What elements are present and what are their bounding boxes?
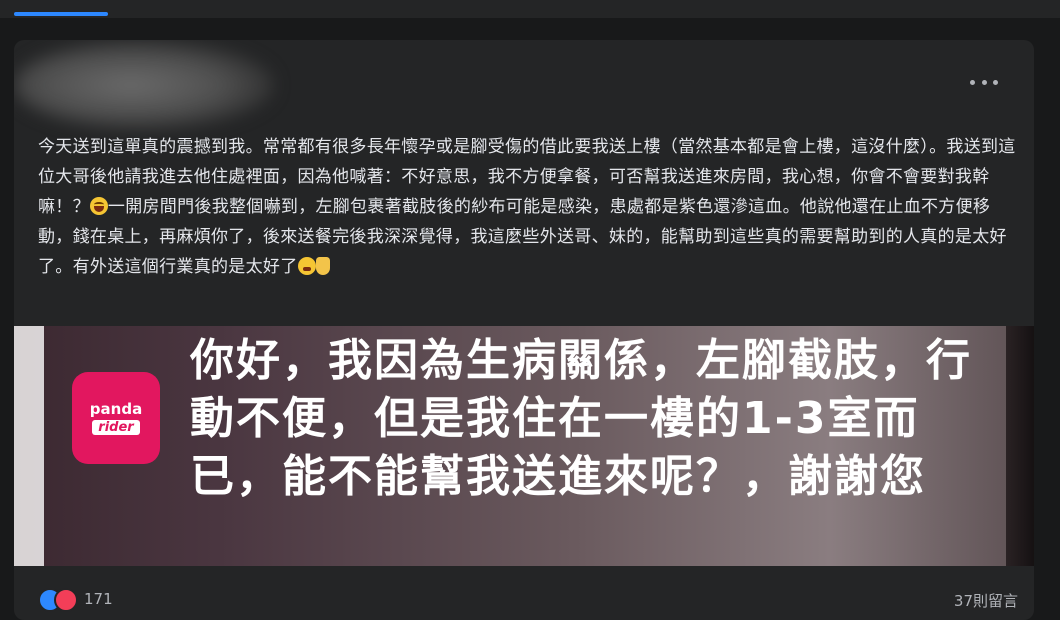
more-options-button[interactable]: [970, 74, 998, 90]
laughing-crying-emoji-icon: [89, 197, 108, 215]
blurred-author-avatar: [14, 40, 274, 130]
post-footer: 171 37則留言: [38, 588, 1018, 612]
more-dot-icon: [970, 79, 975, 85]
comment-count-link[interactable]: 37則留言: [954, 590, 1018, 611]
post-card: 今天送到這單真的震撼到我。常常都有很多長年懷孕或是腳受傷的借此要我送上樓（當然基…: [14, 40, 1034, 620]
more-dot-icon: [981, 79, 987, 85]
rock-hand-emoji-icon: [315, 257, 330, 275]
post-image[interactable]: panda rider 你好，我因為生病關係，左腳截肢，行動不便，但是我住在一樓…: [14, 326, 1034, 566]
image-right-edge: [1006, 326, 1034, 566]
tired-face-emoji-icon: [297, 257, 316, 275]
reaction-count[interactable]: 171: [84, 590, 113, 608]
love-reaction-icon[interactable]: [54, 588, 78, 612]
pandarider-logo: panda rider: [72, 372, 160, 464]
logo-word-panda: panda: [89, 400, 143, 418]
more-dot-icon: [993, 79, 998, 85]
active-tab-indicator: [14, 12, 108, 16]
image-left-edge: [14, 326, 44, 566]
top-bar: [0, 0, 1060, 18]
post-body-text: 今天送到這單真的震撼到我。常常都有很多長年懷孕或是腳受傷的借此要我送上樓（當然基…: [38, 132, 1018, 282]
post-text-part-2: 一開房間門後我整個嚇到，左腳包裹著截肢後的紗布可能是感染，患處都是紫色還滲這血。…: [38, 197, 1007, 277]
logo-word-rider: rider: [92, 420, 140, 435]
image-message-text: 你好，我因為生病關係，左腳截肢，行動不便，但是我住在一樓的1-3室而已，能不能幫…: [190, 335, 972, 502]
